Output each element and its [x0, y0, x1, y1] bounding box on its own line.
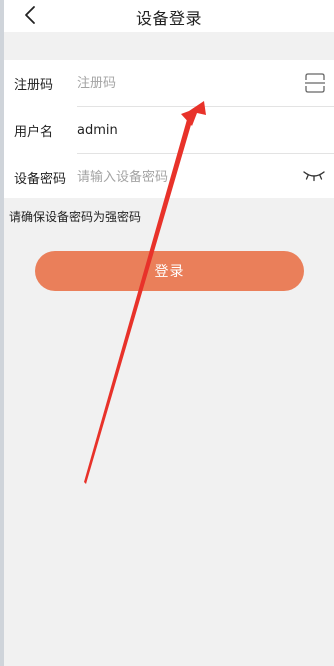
login-form: 注册码 用户名 设备密码: [4, 60, 334, 198]
username-row: 用户名: [4, 107, 334, 153]
password-hint: 请确保设备密码为强密码: [9, 210, 142, 224]
username-input[interactable]: [77, 120, 287, 140]
header-bar: 设备登录: [4, 0, 334, 32]
page-title: 设备登录: [135, 9, 202, 28]
eye-closed-icon[interactable]: [302, 168, 326, 184]
login-button[interactable]: 登录: [35, 251, 304, 291]
registration-code-input[interactable]: [77, 73, 287, 93]
username-label: 用户名: [14, 125, 54, 140]
password-row: 设备密码: [4, 154, 334, 200]
scan-icon[interactable]: [304, 72, 326, 94]
registration-label: 注册码: [14, 78, 54, 93]
password-label: 设备密码: [14, 172, 67, 187]
registration-row: 注册码: [4, 60, 334, 106]
password-input[interactable]: [77, 167, 287, 187]
